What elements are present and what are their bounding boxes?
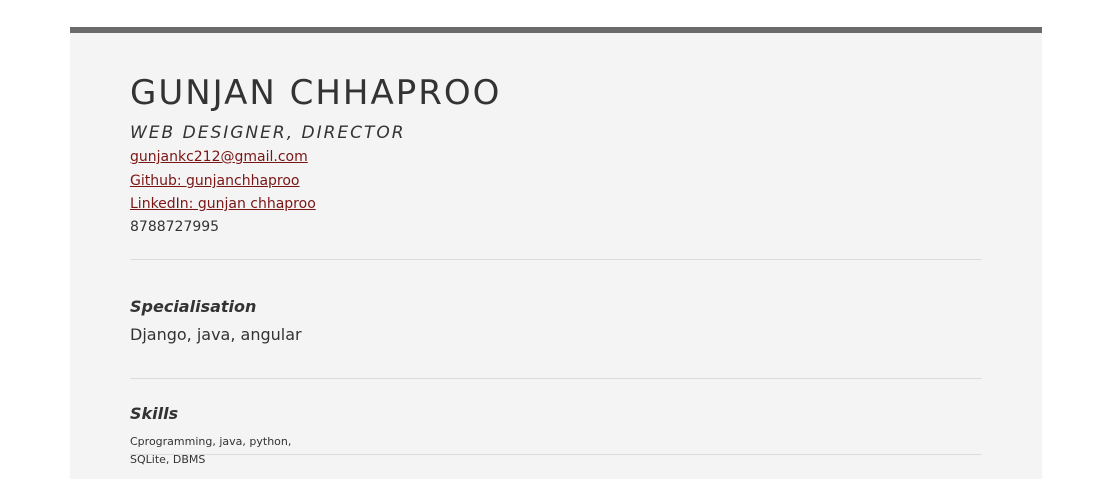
phone-number: 8788727995 [130,219,220,235]
resume-sheet: GUNJAN CHHAPROO WEB DESIGNER, DIRECTOR g… [70,27,1042,479]
candidate-name: GUNJAN CHHAPROO [130,73,502,113]
linkedin-link[interactable]: LinkedIn: gunjan chhaproo [130,196,316,212]
email-link[interactable]: gunjankc212@gmail.com [130,149,308,165]
skills-heading: Skills [130,404,179,423]
specialisation-value: Django, java, angular [130,325,302,344]
section-divider [130,454,982,455]
section-divider [130,259,982,260]
specialisation-heading: Specialisation [130,297,257,316]
section-divider [130,378,982,379]
github-link[interactable]: Github: gunjanchhaproo [130,173,300,189]
candidate-title: WEB DESIGNER, DIRECTOR [130,123,406,143]
skills-value: Cprogramming, java, python, SQLite, DBMS [130,435,292,466]
